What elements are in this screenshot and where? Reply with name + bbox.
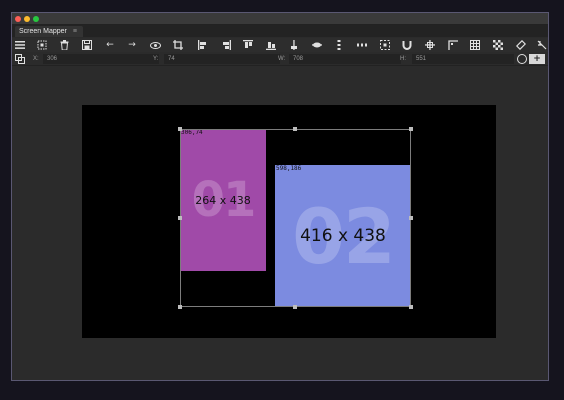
toolbar: ← → [12, 38, 548, 52]
resize-handle-top-left[interactable] [178, 127, 182, 131]
workspace: 01 264 x 438 306,74 02 416 x 438 598,186 [12, 66, 548, 380]
app-window: Screen Mapper ≡ ← → X: 306 Y: 74 W: 708 … [11, 12, 549, 381]
title-bar [12, 13, 548, 25]
crosshair-icon[interactable] [423, 39, 437, 51]
y-label: Y: [153, 56, 159, 62]
grid-icon[interactable] [468, 39, 482, 51]
add-screen-button[interactable]: + [529, 54, 545, 64]
magnet-icon[interactable] [400, 39, 414, 51]
tab-menu-icon[interactable]: ≡ [73, 28, 77, 35]
x-label: X: [33, 56, 39, 62]
save-icon[interactable] [80, 39, 94, 51]
resize-handle-bottom[interactable] [293, 305, 297, 309]
distribute-horizontal-icon[interactable] [355, 39, 369, 51]
w-label: W: [278, 56, 286, 62]
h-label: H: [400, 56, 406, 62]
align-right-icon[interactable] [219, 39, 233, 51]
duplicate-icon[interactable] [13, 53, 27, 65]
y-field[interactable]: 74 [164, 54, 280, 64]
circle-toggle-icon[interactable] [517, 54, 527, 64]
resize-handle-top-right[interactable] [409, 127, 413, 131]
distribute-vertical-icon[interactable] [332, 39, 346, 51]
h-field[interactable]: 551 [412, 54, 514, 64]
resize-handle-bottom-right[interactable] [409, 305, 413, 309]
eraser-icon[interactable] [514, 39, 528, 51]
align-left-icon[interactable] [196, 39, 210, 51]
align-center-horizontal-icon[interactable] [310, 39, 324, 51]
output-canvas[interactable]: 01 264 x 438 306,74 02 416 x 438 598,186 [82, 105, 496, 338]
minimize-window-button[interactable] [24, 16, 30, 22]
eye-icon[interactable] [148, 39, 162, 51]
crop-icon[interactable] [171, 39, 185, 51]
tab-bar: Screen Mapper ≡ [12, 25, 548, 37]
selection-box[interactable] [180, 129, 411, 307]
select-icon[interactable] [35, 39, 49, 51]
w-field[interactable]: 708 [289, 54, 401, 64]
close-window-button[interactable] [15, 16, 21, 22]
trash-icon[interactable] [57, 39, 71, 51]
maximize-window-button[interactable] [33, 16, 39, 22]
checkerboard-icon[interactable] [491, 39, 505, 51]
arrow-left-icon[interactable]: ← [103, 39, 117, 51]
fit-icon[interactable] [378, 39, 392, 51]
tab-screen-mapper[interactable]: Screen Mapper ≡ [15, 26, 83, 37]
corner-icon[interactable] [446, 39, 460, 51]
tab-label: Screen Mapper [19, 28, 67, 35]
arrow-right-icon[interactable]: → [125, 39, 139, 51]
x-field[interactable]: 306 [43, 54, 159, 64]
resize-handle-left[interactable] [178, 216, 182, 220]
align-bottom-icon[interactable] [264, 39, 278, 51]
properties-bar: X: 306 Y: 74 W: 708 H: 551 + [12, 53, 548, 66]
align-center-vertical-icon[interactable] [287, 39, 301, 51]
resize-handle-right[interactable] [409, 216, 413, 220]
resize-handle-top[interactable] [293, 127, 297, 131]
resize-handle-bottom-left[interactable] [178, 305, 182, 309]
ruler-icon[interactable] [535, 39, 548, 51]
menu-icon[interactable] [13, 39, 27, 51]
align-top-icon[interactable] [241, 39, 255, 51]
